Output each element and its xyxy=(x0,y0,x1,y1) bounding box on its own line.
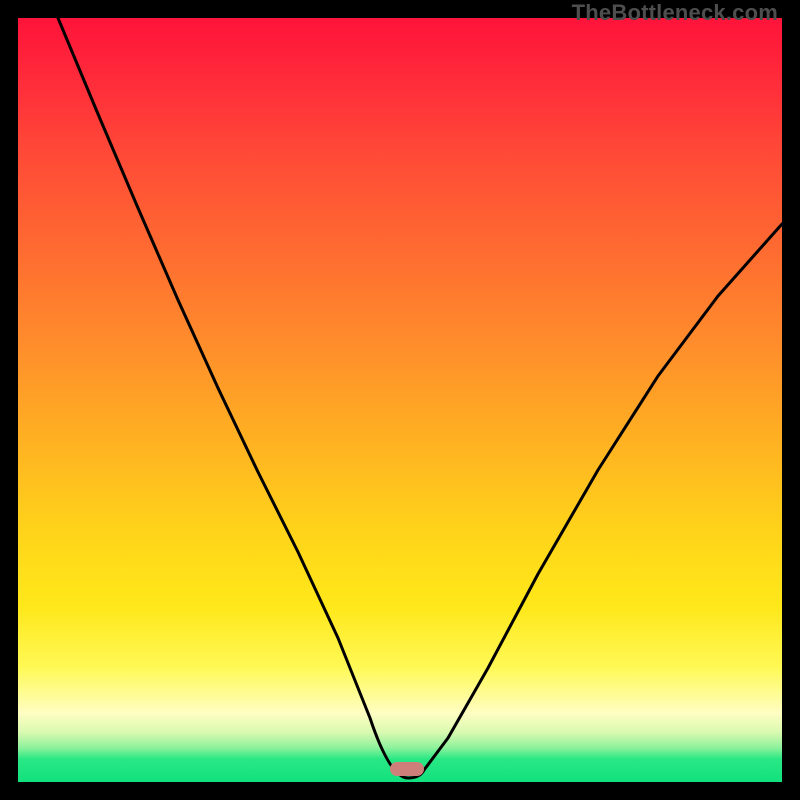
bottleneck-curve xyxy=(18,18,782,782)
chart-frame: TheBottleneck.com xyxy=(0,0,800,800)
plot-area xyxy=(18,18,782,782)
curve-path xyxy=(58,18,782,778)
